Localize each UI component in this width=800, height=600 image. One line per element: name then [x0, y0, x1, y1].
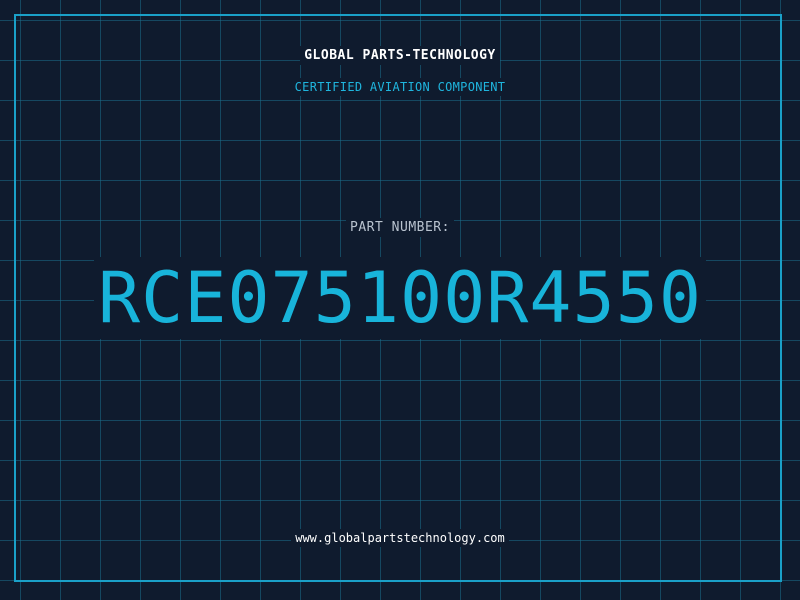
label-card: GLOBAL PARTS-TECHNOLOGY CERTIFIED AVIATI…: [0, 0, 800, 600]
part-number-label: PART NUMBER:: [0, 218, 800, 237]
part-number-value: RCE075100R4550: [0, 256, 800, 340]
website-link-text[interactable]: www.globalpartstechnology.com: [291, 529, 509, 547]
certification-subtitle-text: CERTIFIED AVIATION COMPONENT: [290, 78, 510, 96]
company-name: GLOBAL PARTS-TECHNOLOGY: [0, 46, 800, 65]
part-number-value-text: RCE075100R4550: [93, 257, 706, 339]
website-link[interactable]: www.globalpartstechnology.com: [0, 529, 800, 547]
part-number-label-text: PART NUMBER:: [346, 218, 454, 237]
company-name-text: GLOBAL PARTS-TECHNOLOGY: [300, 46, 500, 65]
certification-subtitle: CERTIFIED AVIATION COMPONENT: [0, 78, 800, 96]
